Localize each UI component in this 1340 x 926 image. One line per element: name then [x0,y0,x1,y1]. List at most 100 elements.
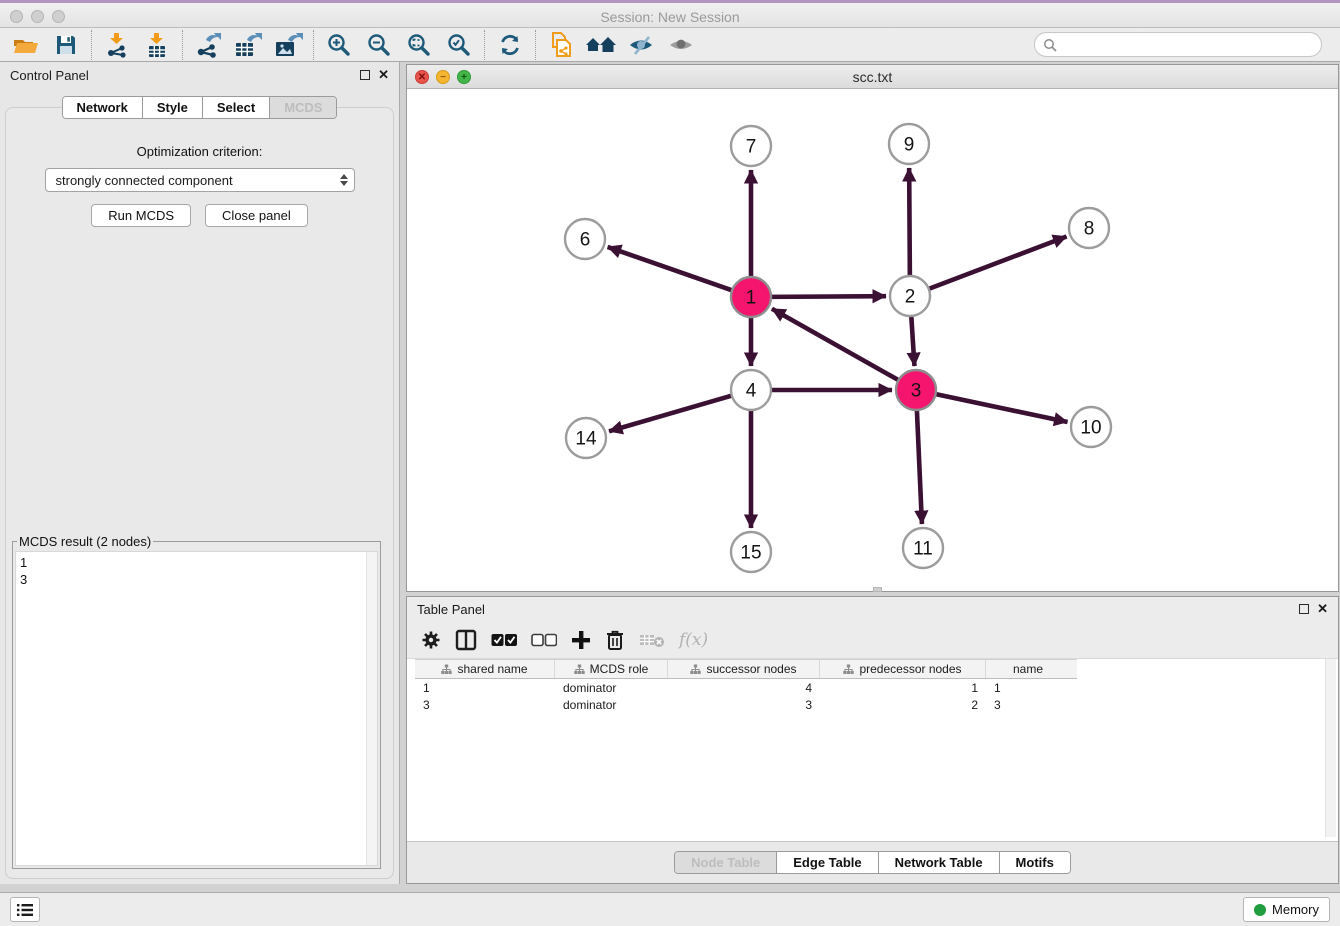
memory-label: Memory [1272,902,1319,917]
column-header-successor-nodes[interactable]: successor nodes [668,660,820,678]
control-panel-tabs: Network Style Select MCDS [62,96,338,119]
column-header-name[interactable]: name [986,660,1070,678]
run-mcds-button[interactable]: Run MCDS [91,204,191,227]
close-panel-icon[interactable]: ✕ [378,70,389,80]
column-header-shared-name[interactable]: shared name [415,660,555,678]
unchecked-boxes-icon [531,633,557,647]
table-panel: Table Panel ✕ [406,596,1339,884]
table-scrollbar[interactable] [1325,659,1336,837]
network-graph[interactable]: 7968124314101511 [407,89,1338,591]
table-header-row: shared name MCDS role successor nodes pr… [415,659,1077,679]
svg-text:11: 11 [913,539,933,560]
table-settings-button[interactable] [421,626,441,654]
zoom-out-button[interactable] [359,29,399,61]
svg-text:7: 7 [746,137,757,158]
select-all-columns-button[interactable] [491,626,517,654]
create-column-button[interactable] [571,626,591,654]
cell-predecessor-nodes[interactable]: 1 [820,681,986,695]
close-panel-button[interactable]: Close panel [205,204,308,227]
network-window-titlebar[interactable]: ✕ − + scc.txt [407,65,1338,89]
criterion-selected-value: strongly connected component [56,173,233,188]
import-network-button[interactable] [97,29,137,61]
cell-name[interactable]: 3 [986,698,1070,712]
mcds-result-box: MCDS result (2 nodes) 1 3 [12,534,381,869]
network-window-title: scc.txt [407,69,1338,85]
show-panels-button[interactable] [661,29,701,61]
open-session-button[interactable] [6,29,46,61]
unselect-all-columns-button[interactable] [531,626,557,654]
export-image-button[interactable] [268,29,308,61]
tab-select[interactable]: Select [203,97,270,118]
delete-column-button[interactable] [605,626,625,654]
criterion-select[interactable]: strongly connected component [45,168,355,192]
export-network-icon [194,32,222,58]
network-canvas[interactable]: 7968124314101511 [407,89,1338,591]
search-field[interactable] [1034,32,1322,57]
gear-icon [421,630,441,650]
tab-style[interactable]: Style [143,97,203,118]
import-table-button[interactable] [137,29,177,61]
refresh-view-button[interactable] [490,29,530,61]
mcds-app-icon [548,31,574,59]
tab-network[interactable]: Network [63,97,143,118]
svg-text:6: 6 [580,230,591,251]
zoom-selected-button[interactable] [439,29,479,61]
svg-text:14: 14 [575,429,597,450]
mcds-result-title: MCDS result (2 nodes) [17,534,153,549]
function-builder-button[interactable]: f(x) [679,626,708,654]
column-header-mcds-role[interactable]: MCDS role [555,660,668,678]
svg-text:2: 2 [905,287,916,308]
control-panel-title: Control Panel [10,68,89,83]
refresh-icon [497,32,523,58]
cell-mcds-role[interactable]: dominator [555,698,668,712]
memory-button[interactable]: Memory [1243,897,1330,922]
cell-successor-nodes[interactable]: 4 [668,681,820,695]
tab-network-table[interactable]: Network Table [879,852,1000,873]
cell-mcds-role[interactable]: dominator [555,681,668,695]
mcds-result-area[interactable]: 1 3 [15,551,378,866]
export-table-button[interactable] [228,29,268,61]
home-button[interactable] [581,29,621,61]
cell-shared-name[interactable]: 1 [415,681,555,695]
toolbar-separator [484,30,485,60]
cell-predecessor-nodes[interactable]: 2 [820,698,986,712]
tab-mcds[interactable]: MCDS [270,97,336,118]
statusbar: Memory [0,892,1340,926]
window-title: Session: New Session [0,9,1340,25]
show-column-button[interactable] [455,626,477,654]
splitter-handle[interactable] [873,587,882,592]
result-scrollbar[interactable] [366,552,377,865]
checked-boxes-icon [491,633,517,647]
list-icon [16,903,34,917]
tab-motifs[interactable]: Motifs [1000,852,1070,873]
task-history-button[interactable] [10,897,40,922]
svg-text:8: 8 [1084,219,1095,240]
cell-successor-nodes[interactable]: 3 [668,698,820,712]
table-row[interactable]: 1 dominator 4 1 1 [415,679,1077,696]
cell-name[interactable]: 1 [986,681,1070,695]
save-session-button[interactable] [46,29,86,61]
column-header-predecessor-nodes[interactable]: predecessor nodes [820,660,986,678]
tab-node-table[interactable]: Node Table [675,852,777,873]
table-row[interactable]: 3 dominator 3 2 3 [415,696,1077,713]
hierarchy-icon [441,664,452,675]
zoom-fit-button[interactable] [399,29,439,61]
tab-edge-table[interactable]: Edge Table [777,852,878,873]
table-panel-title: Table Panel [417,602,485,617]
toolbar-separator [313,30,314,60]
float-table-panel-icon[interactable] [1299,604,1309,614]
cell-shared-name[interactable]: 3 [415,698,555,712]
svg-text:3: 3 [911,381,922,402]
svg-text:4: 4 [746,381,757,402]
close-table-panel-icon[interactable]: ✕ [1317,604,1328,614]
delete-table-button[interactable] [639,626,665,654]
mcds-app-button[interactable] [541,29,581,61]
control-panel: Control Panel ✕ Network Style Select MCD… [0,62,400,884]
float-panel-icon[interactable] [360,70,370,80]
export-table-icon [233,32,263,58]
search-input[interactable] [1062,35,1321,55]
svg-text:9: 9 [904,135,915,156]
export-network-button[interactable] [188,29,228,61]
zoom-in-button[interactable] [319,29,359,61]
hide-panels-button[interactable] [621,29,661,61]
